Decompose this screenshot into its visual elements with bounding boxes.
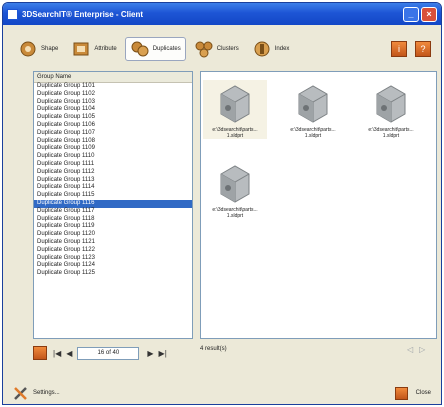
help-icon: ? [420, 44, 426, 54]
settings-tools-icon[interactable] [13, 385, 29, 401]
group-list-item[interactable]: Duplicate Group 1120 [34, 231, 192, 239]
last-page-button[interactable]: ▶| [159, 349, 167, 358]
settings-link[interactable]: Settings... [33, 390, 60, 396]
close-label: Close [415, 390, 431, 396]
tab-duplicates-label: Duplicates [152, 46, 181, 52]
export-icon[interactable] [33, 346, 47, 360]
tab-index-label: Index [274, 46, 290, 52]
result-nav: ◁ ▷ [401, 345, 425, 354]
group-list-panel[interactable]: Group Name Duplicate Group 1101 Duplicate… [33, 71, 193, 339]
app-window: 3DSearchIT® Enterprise - Client _ × Shap… [2, 2, 442, 405]
index-icon [254, 41, 270, 57]
info-button[interactable]: i [391, 41, 407, 57]
help-button[interactable]: ? [415, 41, 431, 57]
mode-toolbar: Shape Attribute Duplicates Clusters Inde… [13, 33, 431, 65]
group-name-column-header[interactable]: Group Name [34, 72, 192, 83]
group-list-item[interactable]: Duplicate Group 1117 [34, 208, 192, 216]
tab-attribute[interactable]: Attribute [66, 37, 121, 61]
group-list-item[interactable]: Duplicate Group 1116 [34, 199, 192, 208]
group-list-item[interactable]: Duplicate Group 1110 [34, 153, 192, 161]
group-list-item[interactable]: Duplicate Group 1115 [34, 192, 192, 200]
group-list-item[interactable]: Duplicate Group 1121 [34, 239, 192, 247]
tab-clusters[interactable]: Clusters [189, 37, 244, 61]
prev-page-button[interactable]: ◀ [66, 349, 72, 358]
clusters-icon [195, 41, 213, 58]
page-indicator-field[interactable]: 16 of 40 [77, 346, 140, 360]
info-icon: i [398, 44, 400, 54]
tab-index[interactable]: Index [247, 37, 295, 61]
group-list-item[interactable]: Duplicate Group 1122 [34, 247, 192, 255]
app-icon [7, 8, 18, 20]
duplicates-icon [131, 41, 149, 57]
group-list: Duplicate Group 1101 Duplicate Group 1102… [34, 83, 192, 278]
close-button[interactable]: Close [394, 386, 431, 400]
group-list-item[interactable]: Duplicate Group 1103 [34, 99, 192, 107]
group-list-item[interactable]: Duplicate Group 1104 [34, 106, 192, 114]
group-list-item[interactable]: Duplicate Group 1108 [34, 138, 192, 146]
part-thumbnail-icon [220, 85, 250, 123]
tab-shape[interactable]: Shape [13, 37, 63, 61]
shape-gears-icon [20, 41, 36, 57]
result-file-item[interactable]: e:\3dsearchit\parts... 1.sldprt [281, 80, 345, 139]
window-title: 3DSearchIT® Enterprise - Client [22, 9, 144, 19]
title-bar[interactable]: 3DSearchIT® Enterprise - Client _ × [3, 3, 441, 25]
group-list-item[interactable]: Duplicate Group 1119 [34, 223, 192, 231]
group-list-item[interactable]: Duplicate Group 1105 [34, 114, 192, 122]
tab-attribute-label: Attribute [94, 46, 117, 52]
tab-duplicates[interactable]: Duplicates [124, 37, 186, 61]
pager-bar: |◀ ◀ 16 of 40 ▶ ▶| [33, 345, 193, 361]
group-list-item[interactable]: Duplicate Group 1112 [34, 169, 192, 177]
result-file-item[interactable]: e:\3dsearchit\parts... 1.sldprt [203, 80, 267, 139]
part-thumbnail-icon [220, 165, 250, 203]
group-list-item[interactable]: Duplicate Group 1124 [34, 262, 192, 270]
result-next-button[interactable]: ▷ [419, 345, 425, 354]
group-list-item[interactable]: Duplicate Group 1106 [34, 122, 192, 130]
group-list-item[interactable]: Duplicate Group 1125 [34, 270, 192, 278]
tab-shape-label: Shape [41, 46, 59, 52]
group-list-item[interactable]: Duplicate Group 1118 [34, 216, 192, 224]
next-page-button[interactable]: ▶ [147, 349, 153, 358]
group-list-item[interactable]: Duplicate Group 1107 [34, 130, 192, 138]
attribute-icon [73, 42, 89, 56]
result-file-item[interactable]: e:\3dsearchit\parts... 1.sldprt [359, 80, 423, 139]
group-list-item[interactable]: Duplicate Group 1114 [34, 184, 192, 192]
group-list-item[interactable]: Duplicate Group 1101 [34, 83, 192, 91]
close-icon [394, 386, 408, 400]
part-thumbnail-icon [298, 85, 328, 123]
first-page-button[interactable]: |◀ [53, 349, 61, 358]
result-file-name: e:\3dsearchit\parts... 1.sldprt [368, 127, 414, 139]
group-list-item[interactable]: Duplicate Group 1123 [34, 255, 192, 263]
close-window-button[interactable]: × [421, 6, 437, 22]
result-prev-button[interactable]: ◁ [407, 345, 413, 354]
footer-bar: Settings... Close [13, 384, 431, 402]
result-file-name: e:\3dsearchit\parts... 1.sldprt [290, 127, 336, 139]
part-thumbnail-icon [376, 85, 406, 123]
group-list-item[interactable]: Duplicate Group 1113 [34, 177, 192, 185]
group-list-item[interactable]: Duplicate Group 1111 [34, 161, 192, 169]
group-list-item[interactable]: Duplicate Group 1102 [34, 91, 192, 99]
group-list-item[interactable]: Duplicate Group 1109 [34, 145, 192, 153]
results-panel: e:\3dsearchit\parts... 1.sldprt e:\3dsearc… [200, 71, 437, 339]
result-file-name: e:\3dsearchit\parts... 1.sldprt [212, 127, 258, 139]
result-file-item[interactable]: e:\3dsearchit\parts... 1.sldprt [203, 160, 267, 219]
minimize-button[interactable]: _ [403, 6, 419, 22]
results-count-status: 4 result(s) [200, 346, 227, 352]
tab-clusters-label: Clusters [216, 46, 239, 52]
result-file-name: e:\3dsearchit\parts... 1.sldprt [212, 207, 258, 219]
